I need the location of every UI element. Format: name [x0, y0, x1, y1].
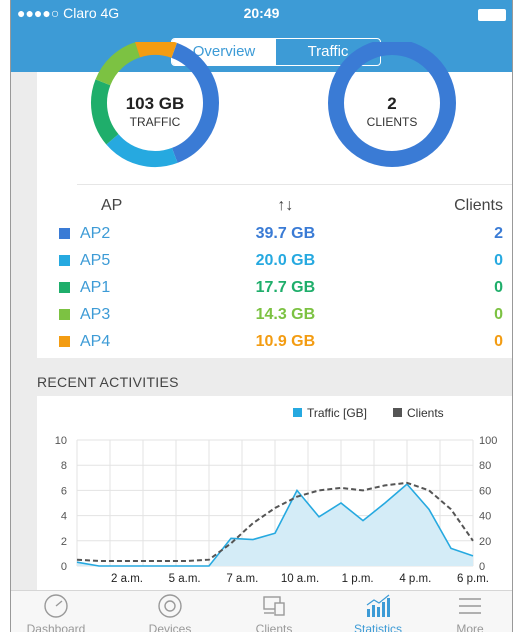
y-right-tick: 60 — [479, 485, 491, 497]
ap-traffic: 10.9 GB — [255, 332, 316, 350]
battery-icon — [478, 9, 506, 21]
traffic-total: 103 GB — [125, 94, 185, 113]
device-icon — [125, 593, 215, 619]
ap-row[interactable]: AP4 10.9 GB 0 — [53, 328, 503, 355]
app-screen: ●●●●○ Claro 4G 20:49 Overview Traffic 10… — [10, 0, 513, 632]
ap-clients: 2 — [494, 224, 503, 242]
recent-activities-card: Traffic [GB] Clients 0 0 2 20 4 40 6 60 8 80 10 100 2 … — [37, 396, 512, 592]
ap-clients: 0 — [494, 332, 503, 350]
ap-table: AP ↑↓ Clients AP2 39.7 GB 2 AP5 20.0 GB 0 AP1 1… — [53, 192, 503, 355]
ap-name-cell: AP4 — [53, 328, 203, 355]
ap-name-cell: AP3 — [53, 301, 203, 328]
clients-donut[interactable]: 2 CLIENTS — [322, 39, 462, 172]
ap-clients: 0 — [494, 305, 503, 323]
ap-color-swatch — [59, 308, 70, 320]
ap-column-header: AP — [101, 197, 123, 214]
legend-label: Traffic [GB] — [307, 406, 367, 420]
tab-statistics[interactable]: Statistics — [333, 591, 423, 632]
ap-name: AP4 — [80, 332, 111, 350]
menu-icon — [425, 593, 512, 619]
bottom-tab-bar: Dashboard Devices Clients Statistics More — [11, 590, 512, 632]
y-left-tick: 0 — [61, 561, 67, 573]
tab-label: Clients — [255, 622, 293, 632]
activity-chart: Traffic [GB] Clients 0 0 2 20 4 40 6 60 8 80 10 100 2 … — [55, 406, 498, 585]
tab-dashboard[interactable]: Dashboard — [11, 591, 101, 632]
clients-column-header: Clients — [454, 197, 503, 214]
donut-segment-ap3 — [95, 42, 141, 86]
tab-label: Statistics — [353, 622, 402, 632]
ap-row[interactable]: AP2 39.7 GB 2 — [53, 220, 503, 247]
y-left-tick: 10 — [55, 435, 67, 447]
clients-total: 2 — [387, 94, 397, 113]
ap-row[interactable]: AP5 20.0 GB 0 — [53, 247, 503, 274]
x-tick-label: 1 p.m. — [342, 573, 374, 585]
ap-table-header: AP ↑↓ Clients — [53, 192, 503, 220]
tab-more[interactable]: More — [425, 591, 512, 632]
x-tick-label: 5 a.m. — [169, 573, 201, 585]
y-left-tick: 4 — [61, 511, 67, 523]
recent-activities-title: RECENT ACTIVITIES — [37, 374, 179, 390]
ap-name: AP2 — [80, 224, 111, 242]
ap-color-swatch — [59, 227, 70, 239]
ap-name-cell: AP1 — [53, 274, 203, 301]
traffic-label: TRAFFIC — [129, 115, 181, 129]
gauge-icon — [11, 593, 101, 619]
ap-color-swatch — [59, 335, 70, 347]
clock: 20:49 — [243, 5, 280, 21]
clients-label: CLIENTS — [366, 115, 418, 129]
ap-clients: 0 — [494, 251, 503, 269]
ap-clients: 0 — [494, 278, 503, 296]
donut-segment-ap5 — [106, 133, 178, 167]
x-tick-label: 2 a.m. — [111, 573, 143, 585]
legend-swatch — [393, 408, 402, 417]
y-left-tick: 6 — [61, 485, 67, 497]
overview-card: 103 GB TRAFFIC 2 CLIENTS AP ↑↓ Clients A… — [37, 39, 512, 358]
y-right-tick: 20 — [479, 536, 491, 548]
ap-row[interactable]: AP3 14.3 GB 0 — [53, 301, 503, 328]
bar-chart-icon — [333, 593, 423, 619]
x-tick-label: 7 a.m. — [226, 573, 258, 585]
x-tick-label: 4 p.m. — [399, 573, 431, 585]
tab-devices[interactable]: Devices — [125, 591, 215, 632]
x-tick-label: 6 p.m. — [457, 573, 489, 585]
ap-traffic: 39.7 GB — [255, 224, 316, 242]
ap-traffic: 17.7 GB — [255, 278, 316, 296]
ap-name-cell: AP2 — [53, 220, 203, 247]
ap-row[interactable]: AP1 17.7 GB 0 — [53, 274, 503, 301]
legend-label: Clients — [407, 406, 444, 420]
status-bar: ●●●●○ Claro 4G 20:49 — [11, 0, 512, 30]
tab-label: Dashboard — [26, 622, 86, 632]
y-right-tick: 0 — [479, 561, 485, 573]
ap-name: AP5 — [80, 251, 111, 269]
y-right-tick: 80 — [479, 460, 491, 472]
divider — [77, 184, 512, 185]
ap-traffic: 14.3 GB — [255, 305, 316, 323]
y-right-tick: 40 — [479, 511, 491, 523]
tab-clients[interactable]: Clients — [229, 591, 319, 632]
y-left-tick: 8 — [61, 460, 67, 472]
ap-name: AP3 — [80, 305, 111, 323]
ap-traffic: 20.0 GB — [255, 251, 316, 269]
ap-color-swatch — [59, 254, 70, 266]
y-left-tick: 2 — [61, 536, 67, 548]
tab-label: Devices — [148, 622, 192, 632]
x-tick-label: 10 a.m. — [281, 573, 319, 585]
legend-swatch — [293, 408, 302, 417]
ap-name: AP1 — [80, 278, 111, 296]
ap-color-swatch — [59, 281, 70, 293]
tab-label: More — [456, 622, 484, 632]
donut-segment-ap4 — [135, 39, 177, 59]
ap-name-cell: AP5 — [53, 247, 203, 274]
y-right-tick: 100 — [479, 435, 497, 447]
traffic-donut[interactable]: 103 GB TRAFFIC — [85, 39, 225, 172]
sort-toggle[interactable]: ↑↓ — [203, 192, 368, 220]
clients-icon — [229, 593, 319, 619]
